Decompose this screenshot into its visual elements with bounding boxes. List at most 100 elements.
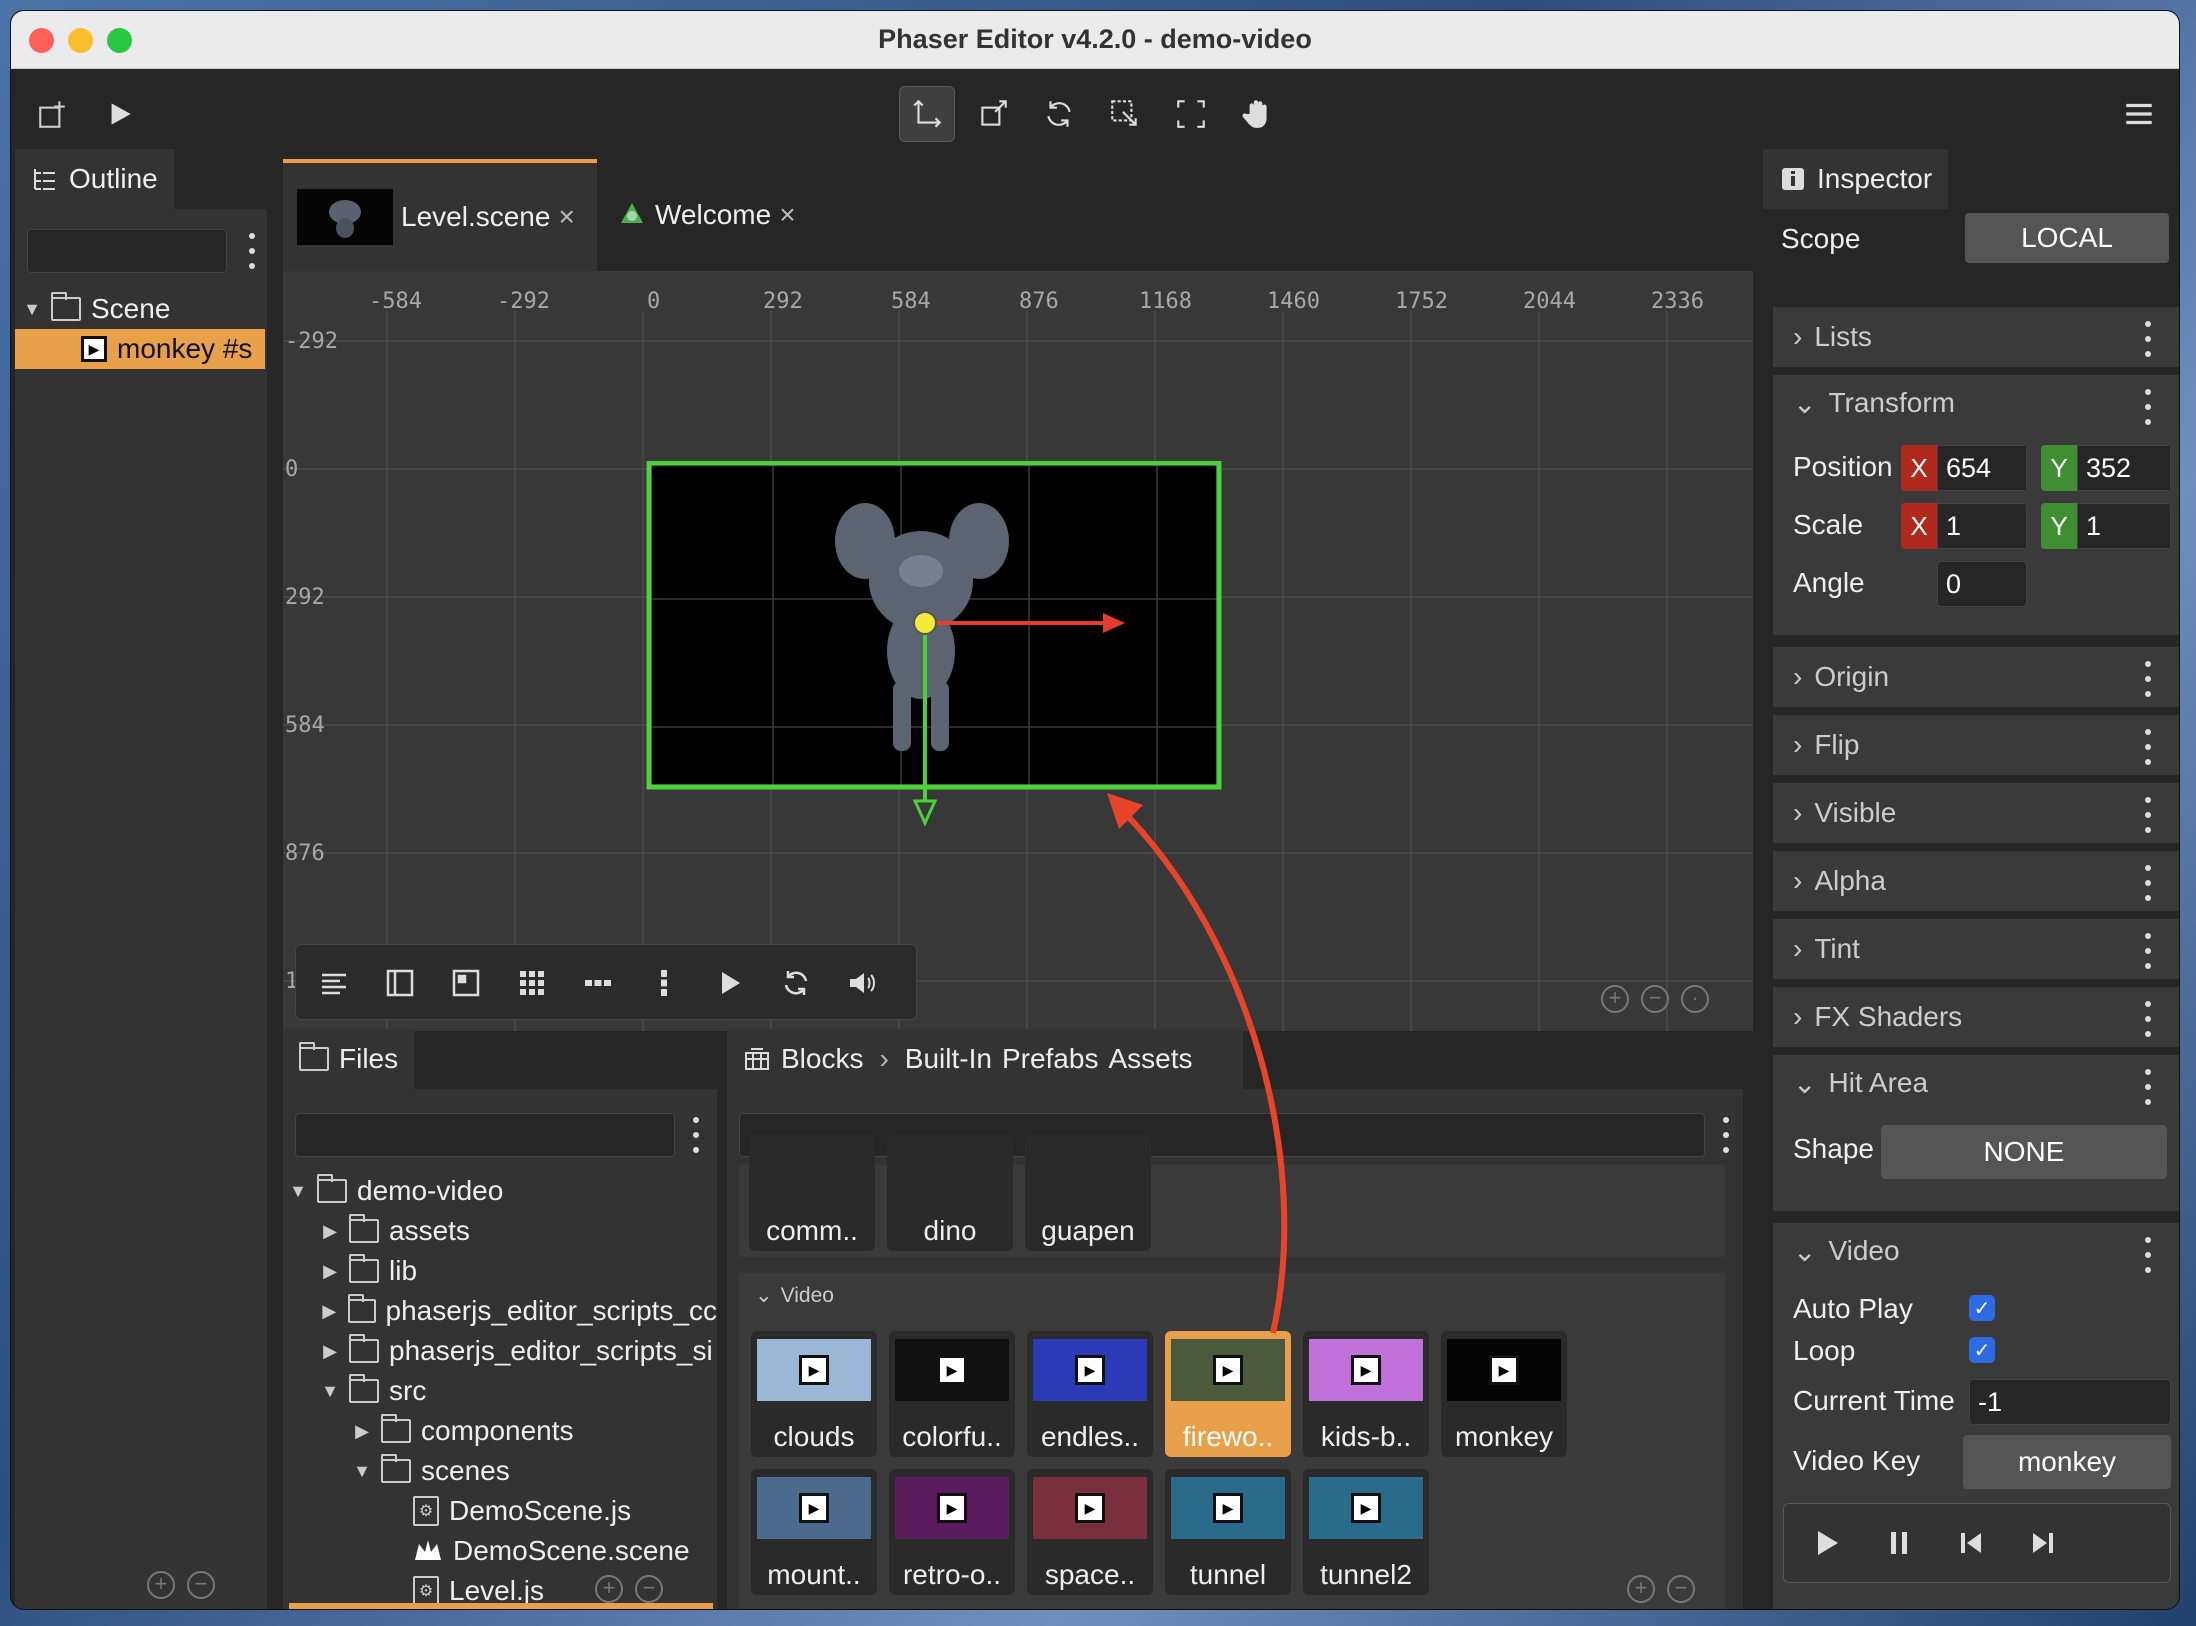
video-asset-card[interactable]: ▶ mount.. [751,1469,877,1595]
y-axis-handle[interactable] [912,799,938,827]
tab-welcome[interactable]: Welcome × [603,159,810,271]
distribute-horizontal-icon[interactable] [580,965,616,1001]
section-tint[interactable]: › Tint [1773,919,2179,979]
play-icon[interactable] [1812,1528,1842,1558]
play-video-icon[interactable] [712,965,748,1001]
zoom-out-icon[interactable]: − [1641,985,1669,1013]
video-asset-card[interactable]: ▶ kids-b.. [1303,1331,1429,1457]
translate-tool-icon[interactable] [899,86,955,142]
video-asset-card[interactable]: ▶ tunnel [1165,1469,1291,1595]
position-y-field[interactable]: Y 352 [2041,445,2171,491]
file-tree-item[interactable]: ▶ components [353,1411,574,1451]
scale-x-field[interactable]: X 1 [1901,503,2027,549]
zoom-reset-icon[interactable]: · [1681,985,1709,1013]
hamburger-menu-icon[interactable] [2111,86,2167,142]
minimize-window-button[interactable] [68,28,93,53]
tab-close-icon[interactable]: × [558,201,574,233]
close-window-button[interactable] [29,28,54,53]
files-search-input[interactable] [295,1113,675,1157]
pause-icon[interactable] [1884,1528,1914,1558]
expand-arrow-icon[interactable]: ▶ [321,1261,339,1282]
files-menu-icon[interactable] [691,1117,701,1153]
file-tree-item[interactable]: ▶ phaserjs_editor_scripts_si [321,1331,717,1371]
inspector-tab[interactable]: Inspector [1763,149,1949,209]
video-section-header[interactable]: ⌄ Video [755,1283,834,1308]
add-scene-icon[interactable] [25,86,81,142]
panel-left-icon[interactable] [382,965,418,1001]
expand-arrow-icon[interactable]: ▼ [353,1461,371,1482]
video-asset-card[interactable]: ▶ firewo.. [1165,1331,1291,1457]
blocks-menu-icon[interactable] [1721,1117,1731,1153]
zoom-out-icon[interactable]: − [635,1575,663,1603]
tree-item-monkey[interactable]: ▶ monkey #s [15,329,265,369]
chevron-down-icon[interactable]: ⌄ [1793,1235,1816,1268]
video-asset-card[interactable]: ▶ space.. [1027,1469,1153,1595]
expand-arrow-icon[interactable]: ▶ [353,1421,371,1442]
section-menu-icon[interactable] [2143,729,2153,765]
zoom-in-icon[interactable]: + [1601,985,1629,1013]
file-tree-item[interactable]: ▼ scenes [353,1451,510,1491]
position-y-value[interactable]: 352 [2077,445,2171,491]
section-title[interactable]: Hit Area [1828,1067,1928,1099]
zoom-out-icon[interactable]: − [1667,1575,1695,1603]
chevron-down-icon[interactable]: ⌄ [1793,387,1816,420]
zoom-in-icon[interactable]: + [595,1575,623,1603]
align-left-icon[interactable] [316,965,352,1001]
video-asset-card[interactable]: ▶ colorfu.. [889,1331,1015,1457]
angle-field[interactable]: 0 [1937,561,2027,607]
section-menu-icon[interactable] [2143,389,2153,425]
expand-arrow-icon[interactable]: ▼ [321,1381,339,1402]
video-asset-card[interactable]: ▶ tunnel2 [1303,1469,1429,1595]
scale-y-value[interactable]: 1 [2077,503,2171,549]
tab-level-scene[interactable]: Level.scene × [283,159,597,271]
select-region-icon[interactable] [1163,86,1219,142]
position-x-field[interactable]: X 654 [1901,445,2027,491]
file-tree-item[interactable]: DemoScene.scene [413,1531,690,1571]
scope-select[interactable]: LOCAL [1965,213,2169,263]
loop-icon[interactable] [778,965,814,1001]
file-tree-item[interactable]: ▼ src [321,1371,426,1411]
files-tab[interactable]: Files [283,1029,415,1089]
volume-icon[interactable] [844,965,880,1001]
tree-item-scene[interactable]: ▼ Scene [23,289,170,329]
distribute-vertical-icon[interactable] [646,965,682,1001]
video-asset-card[interactable]: ▶ retro-o.. [889,1469,1015,1595]
grid-icon[interactable] [514,965,550,1001]
outline-tab[interactable]: Outline [15,149,174,209]
section-origin[interactable]: › Origin [1773,647,2179,707]
scale-x-value[interactable]: 1 [1937,503,2027,549]
expand-arrow-icon[interactable]: ▶ [321,1301,338,1322]
video-asset-card[interactable]: ▶ monkey [1441,1331,1567,1457]
section-menu-icon[interactable] [2143,661,2153,697]
section-menu-icon[interactable] [2143,797,2153,833]
file-tree-item[interactable]: ▶ lib [321,1251,417,1291]
video-asset-card[interactable]: ▶ endles.. [1027,1331,1153,1457]
tab-close-icon[interactable]: × [779,199,795,231]
block-item[interactable]: dino [887,1135,1013,1251]
section-lists[interactable]: › Lists [1773,307,2179,367]
file-tree-item[interactable]: ▼ demo-video [289,1171,503,1211]
section-menu-icon[interactable] [2143,321,2153,357]
outline-menu-icon[interactable] [247,233,257,269]
shape-select[interactable]: NONE [1881,1125,2167,1179]
auto-play-checkbox[interactable]: ✓ [1969,1295,1995,1321]
x-axis-handle[interactable] [1103,613,1125,633]
file-tree-item[interactable]: ⚙ DemoScene.js [413,1491,631,1531]
section-menu-icon[interactable] [2143,1069,2153,1105]
file-tree-item[interactable]: ▶ phaserjs_editor_scripts_cc [321,1291,717,1331]
current-time-field[interactable]: -1 [1969,1379,2171,1425]
zoom-in-icon[interactable]: + [147,1571,175,1599]
section-fx-shaders[interactable]: › FX Shaders [1773,987,2179,1047]
block-item[interactable]: comm.. [749,1135,875,1251]
outline-search-input[interactable] [27,229,227,273]
zoom-out-icon[interactable]: − [187,1571,215,1599]
skip-end-icon[interactable] [2028,1528,2058,1558]
expand-arrow-icon[interactable]: ▼ [289,1181,307,1202]
breadcrumb-built-in[interactable]: Built-In [905,1043,992,1075]
frame-icon[interactable] [448,965,484,1001]
section-menu-icon[interactable] [2143,865,2153,901]
file-tree-item[interactable]: ▶ assets [321,1211,470,1251]
section-menu-icon[interactable] [2143,933,2153,969]
origin-handle[interactable] [913,611,937,635]
loop-checkbox[interactable]: ✓ [1969,1337,1995,1363]
